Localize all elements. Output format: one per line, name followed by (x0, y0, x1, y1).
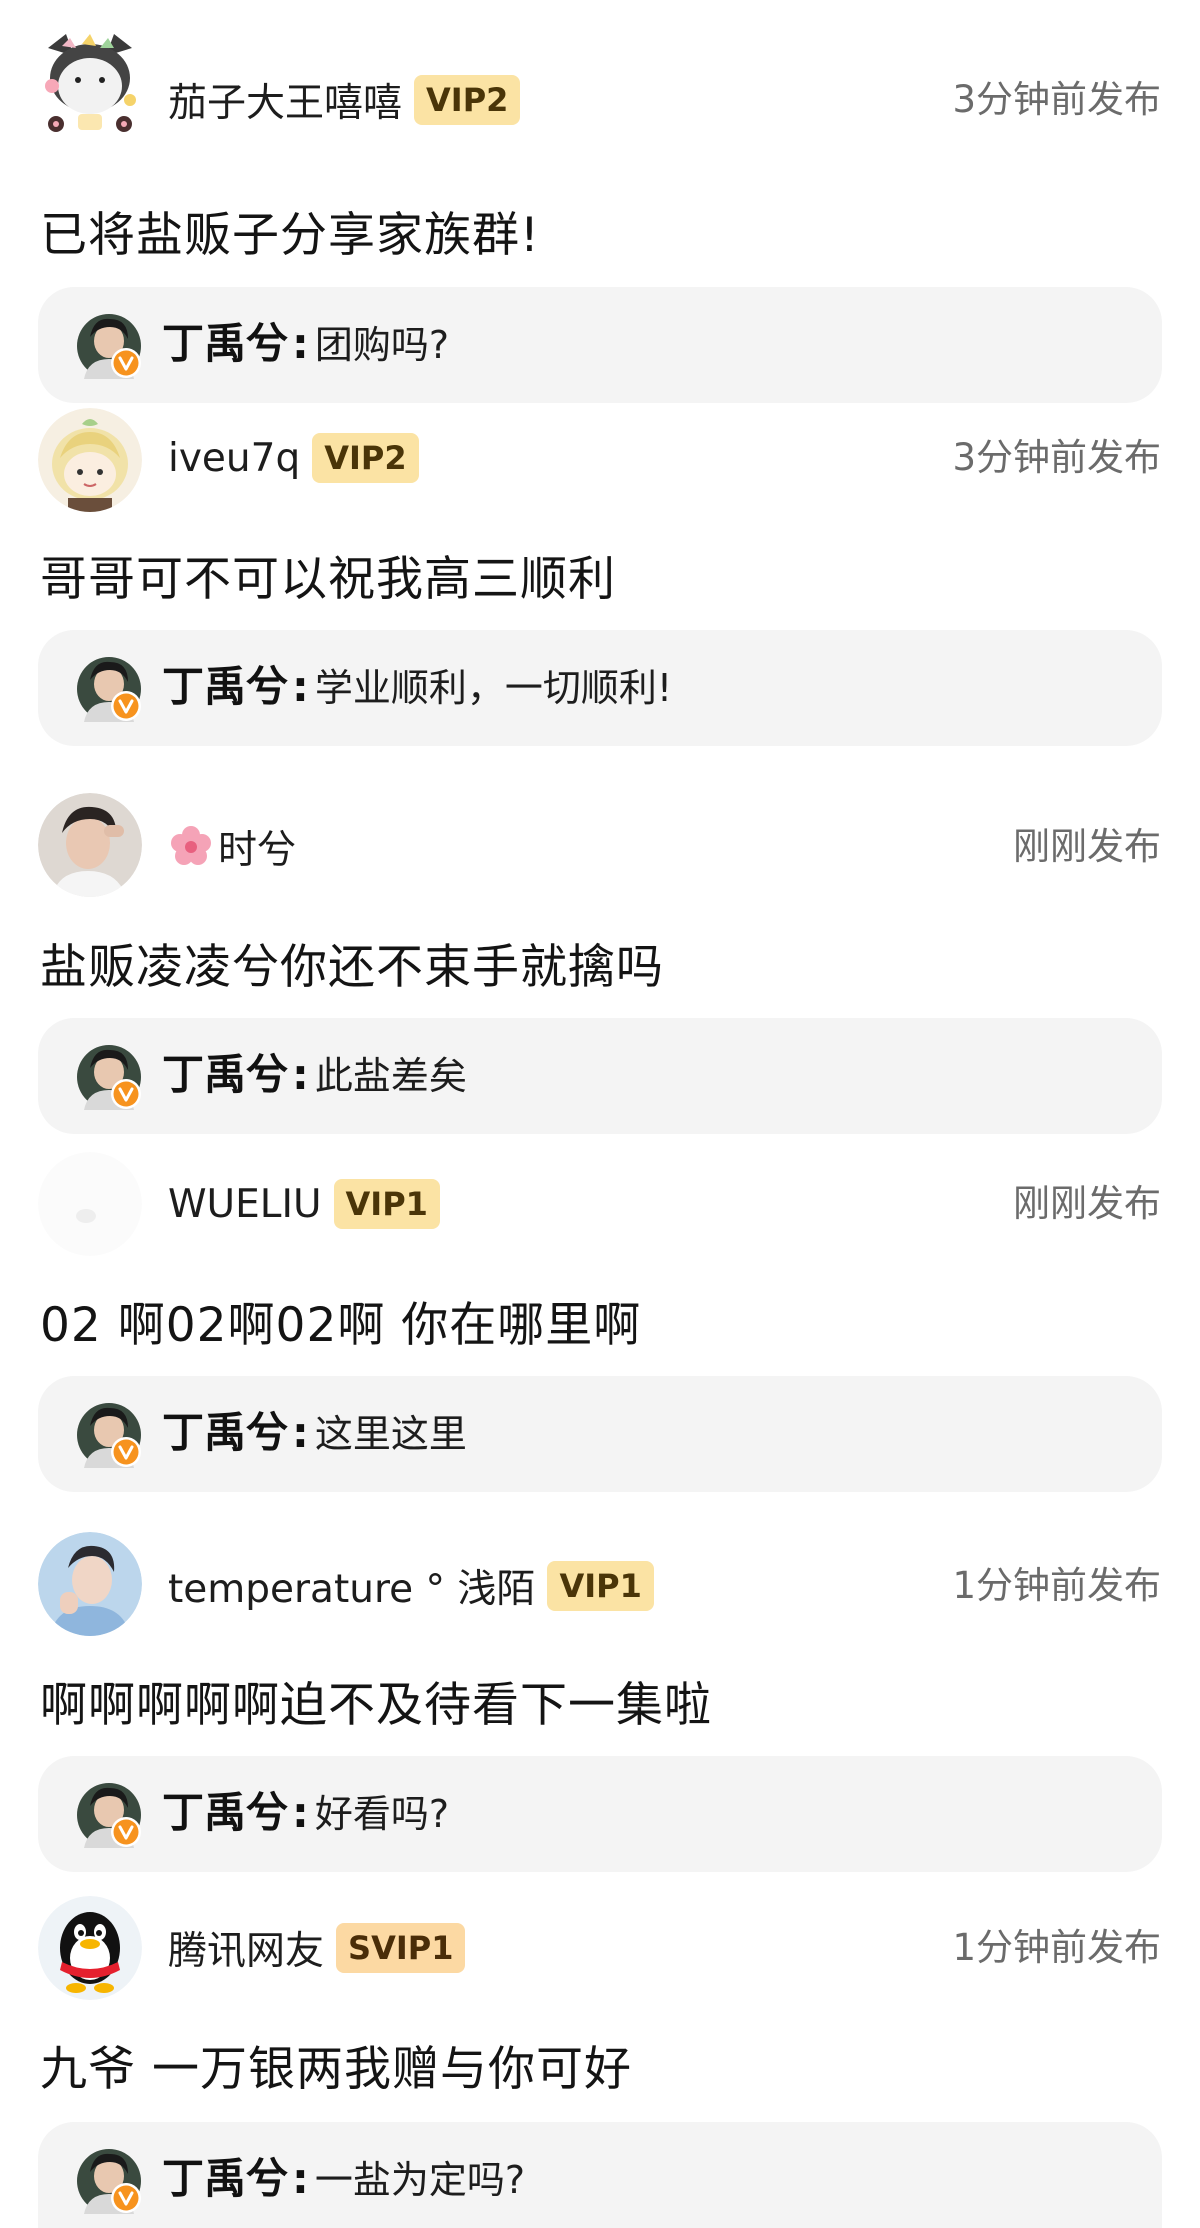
username[interactable]: WUELIU (168, 1182, 322, 1227)
blank-avatar-icon (38, 1152, 142, 1256)
username-row: 时兮 (168, 817, 296, 877)
reply-separator: : (292, 1408, 309, 1457)
reply-author[interactable]: 丁禹兮 (162, 1408, 288, 1457)
qq-penguin-avatar-icon (38, 1896, 142, 2000)
reply-avatar (76, 2148, 142, 2214)
comment-text: 啊啊啊啊啊迫不及待看下一集啦 (40, 1678, 712, 1733)
reply-text: 这里这里 (314, 1412, 467, 1456)
username-row: 茄子大王嘻嘻 VIP2 (168, 70, 521, 130)
reply-content: 丁禹兮: 这里这里 (162, 1404, 467, 1463)
reply-content: 丁禹兮: 团购吗? (162, 315, 449, 374)
reply-author[interactable]: 丁禹兮 (162, 662, 288, 711)
reply-text: 团购吗? (314, 323, 449, 367)
timestamp: 3分钟前发布 (952, 436, 1161, 479)
timestamp: 刚刚发布 (1013, 825, 1161, 868)
username[interactable]: 茄子大王嘻嘻 (168, 72, 402, 128)
reply-box[interactable]: 丁禹兮: 学业顺利，一切顺利! (38, 630, 1162, 746)
reply-avatar (76, 656, 142, 722)
timestamp: 刚刚发布 (1013, 1182, 1161, 1225)
username[interactable]: temperature ° 浅陌 (168, 1558, 535, 1614)
reply-author[interactable]: 丁禹兮 (162, 1788, 288, 1837)
reply-author[interactable]: 丁禹兮 (162, 1050, 288, 1099)
user-avatar[interactable] (38, 30, 142, 134)
timestamp: 1分钟前发布 (952, 1926, 1161, 1969)
verified-avatar-icon (76, 1782, 142, 1848)
reply-box[interactable]: 丁禹兮: 好看吗? (38, 1756, 1162, 1872)
verified-avatar-icon (76, 1044, 142, 1110)
svip-badge: SVIP1 (336, 1923, 466, 1973)
cat-avatar-icon (45, 34, 136, 132)
reply-separator: : (292, 319, 309, 368)
vip-badge: VIP2 (414, 75, 521, 125)
comment-text: 哥哥可不可以祝我高三顺利 (40, 552, 616, 607)
username[interactable]: 腾讯网友 (168, 1920, 324, 1976)
comment-text: 已将盐贩子分享家族群! (40, 208, 540, 263)
verified-avatar-icon (76, 313, 142, 379)
user-avatar[interactable] (38, 408, 142, 512)
username[interactable]: iveu7q (168, 436, 300, 481)
reply-content: 丁禹兮: 一盐为定吗? (162, 2150, 525, 2209)
reply-separator: : (292, 1788, 309, 1837)
reply-box[interactable]: 丁禹兮: 一盐为定吗? (38, 2122, 1162, 2228)
reply-separator: : (292, 1050, 309, 1099)
comment-text: 02 啊02啊02啊 你在哪里啊 (40, 1298, 642, 1353)
username-row: temperature ° 浅陌 VIP1 (168, 1556, 654, 1616)
reply-text: 学业顺利，一切顺利! (314, 666, 673, 710)
username[interactable]: 时兮 (218, 819, 296, 875)
username-row: iveu7q VIP2 (168, 428, 419, 488)
reply-author[interactable]: 丁禹兮 (162, 319, 288, 368)
verified-avatar-icon (76, 656, 142, 722)
reply-content: 丁禹兮: 此盐差矣 (162, 1046, 467, 1105)
portrait-avatar-icon (38, 793, 142, 897)
reply-box[interactable]: 丁禹兮: 这里这里 (38, 1376, 1162, 1492)
reply-text: 好看吗? (314, 1792, 449, 1836)
comment-text: 盐贩凌凌兮你还不束手就擒吗 (40, 940, 664, 995)
reply-avatar (76, 1044, 142, 1110)
cherry-blossom-icon (168, 824, 214, 870)
vip-badge: VIP1 (333, 1179, 440, 1229)
reply-content: 丁禹兮: 好看吗? (162, 1784, 449, 1843)
reply-box[interactable]: 丁禹兮: 团购吗? (38, 287, 1162, 403)
user-avatar[interactable] (38, 793, 142, 897)
reply-avatar (76, 1782, 142, 1848)
username-row: WUELIU VIP1 (168, 1174, 440, 1234)
comment-text: 九爷 一万银两我赠与你可好 (40, 2042, 632, 2097)
timestamp: 3分钟前发布 (952, 78, 1161, 121)
reply-text: 一盐为定吗? (314, 2158, 525, 2202)
anime-girl-avatar-icon (38, 408, 142, 512)
user-avatar[interactable] (38, 1532, 142, 1636)
timestamp: 1分钟前发布 (952, 1564, 1161, 1607)
verified-avatar-icon (76, 2148, 142, 2214)
reply-box[interactable]: 丁禹兮: 此盐差矣 (38, 1018, 1162, 1134)
user-avatar[interactable] (38, 1152, 142, 1256)
reply-author[interactable]: 丁禹兮 (162, 2154, 288, 2203)
username-row: 腾讯网友 SVIP1 (168, 1918, 466, 1978)
verified-avatar-icon (76, 1402, 142, 1468)
reply-avatar (76, 1402, 142, 1468)
vip-badge: VIP1 (547, 1561, 654, 1611)
reply-separator: : (292, 2154, 309, 2203)
user-avatar[interactable] (38, 1896, 142, 2000)
reply-text: 此盐差矣 (314, 1054, 467, 1098)
reply-separator: : (292, 662, 309, 711)
reply-content: 丁禹兮: 学业顺利，一切顺利! (162, 658, 672, 717)
vip-badge: VIP2 (312, 433, 419, 483)
portrait-avatar-icon (38, 1532, 142, 1636)
reply-avatar (76, 313, 142, 379)
